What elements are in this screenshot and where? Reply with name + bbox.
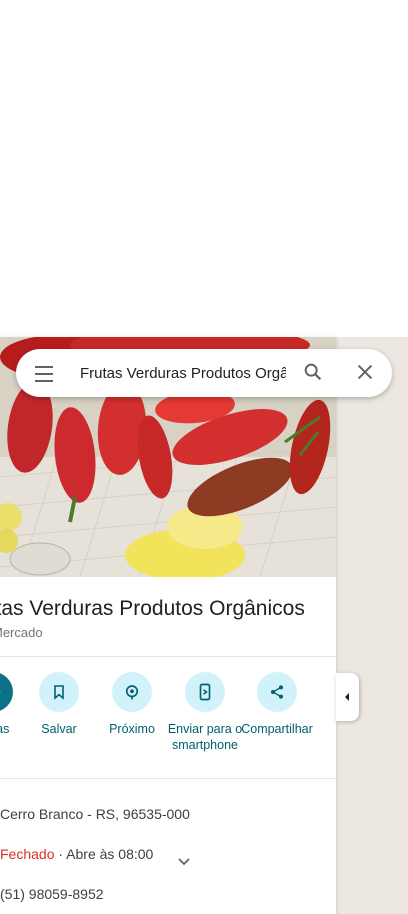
bookmark-icon	[39, 672, 79, 712]
search-bar	[16, 349, 392, 397]
share-label: Compartilhar	[241, 722, 313, 736]
collapse-panel-button[interactable]	[336, 673, 359, 721]
place-category: Mercado	[0, 625, 43, 640]
save-label: Salvar	[41, 722, 77, 736]
share-icon	[257, 672, 297, 712]
search-icon[interactable]	[302, 361, 326, 385]
place-panel: Frutas Verduras Produtos Orgânicos Merca…	[0, 337, 336, 914]
blank-area	[0, 0, 408, 337]
menu-icon[interactable]	[30, 361, 58, 385]
map-canvas[interactable]	[336, 337, 408, 914]
nearby-icon	[112, 672, 152, 712]
send-to-phone-icon	[185, 672, 225, 712]
nearby-label: Próximo	[109, 722, 155, 736]
phone-row[interactable]: (51) 98059-8952	[0, 886, 104, 902]
address-row[interactable]: Cerro Branco - RS, 96535-000	[0, 806, 190, 822]
directions-icon	[0, 672, 13, 712]
search-input[interactable]	[80, 361, 286, 385]
caret-left-icon	[345, 693, 349, 701]
hours-row[interactable]: Fechado · Abre às 08:00	[0, 846, 336, 866]
opening-hours: · Abre às 08:00	[58, 846, 154, 862]
send-to-phone-label: Enviar para o smartphone	[167, 722, 243, 752]
share-button[interactable]: Compartilhar	[237, 672, 317, 737]
send-to-phone-button[interactable]: Enviar para o smartphone	[165, 672, 245, 753]
place-header: Frutas Verduras Produtos Orgânicos Merca…	[0, 577, 336, 657]
chevron-down-icon[interactable]	[178, 853, 190, 869]
place-title: Frutas Verduras Produtos Orgânicos	[0, 597, 305, 620]
close-icon[interactable]	[354, 361, 378, 385]
address-text: Cerro Branco - RS, 96535-000	[0, 806, 190, 822]
nearby-button[interactable]: Próximo	[92, 672, 172, 737]
action-bar: Rotas Salvar Próximo Enviar para o smart…	[0, 658, 336, 779]
status-closed: Fechado	[0, 846, 55, 862]
phone-text: (51) 98059-8952	[0, 886, 104, 902]
save-button[interactable]: Salvar	[19, 672, 99, 737]
